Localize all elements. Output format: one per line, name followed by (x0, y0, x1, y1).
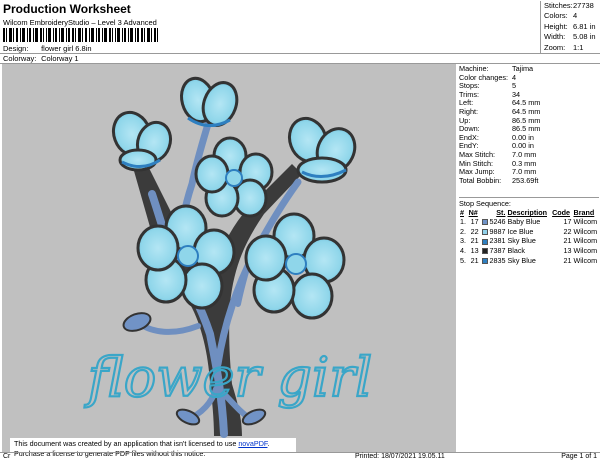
cell-st: 7387 (480, 246, 507, 256)
novapdf-link[interactable]: novaPDF (238, 439, 267, 448)
flower-bud-left (111, 110, 173, 172)
cell-st: 9887 (480, 227, 507, 237)
cell-desc: Sky Blue (507, 255, 536, 265)
stop-sequence-table: # N# St. Description Code Brand 1. 17 5246… (459, 208, 600, 265)
stat-zoom: Zoom: 1:1 (544, 42, 584, 52)
cell-n: 22 (470, 226, 479, 236)
color-swatch (482, 248, 489, 255)
machine-info: Machine: Tajima Color changes: 4 Stops: 5 T… (459, 64, 599, 185)
stat-height: Height: 6.81 in (544, 21, 596, 31)
barcode (3, 28, 158, 42)
table-row: 3. 21 2381 Sky Blue 21 Wilcom (459, 236, 600, 246)
cell-brand: Wilcom (573, 217, 598, 227)
col-description: Description (507, 208, 547, 217)
cell-desc: Black (507, 246, 526, 256)
col-index: # (460, 208, 464, 217)
colorway-label: Colorway: (3, 54, 37, 63)
color-swatch (482, 228, 489, 235)
cell-n: 17 (470, 217, 479, 227)
colorway-value: Colorway 1 (41, 54, 79, 63)
design-preview: flower girl (2, 64, 456, 452)
table-row: 2. 22 9887 Ice Blue 22 Wilcom (459, 227, 600, 237)
col-code: Code (552, 208, 571, 217)
cell-n: 13 (470, 246, 479, 256)
col-brand: Brand (573, 208, 595, 217)
cell-brand: Wilcom (573, 236, 598, 246)
design-value: flower girl 6.8in (41, 44, 92, 53)
color-swatch (482, 219, 489, 226)
stat-width: Width: 5.08 in (544, 32, 596, 42)
col-st: St. (496, 208, 506, 217)
stat-stitches: Stitches:27738 (544, 1, 594, 10)
design-label: Design: (3, 44, 29, 53)
app-subtitle: Wilcom EmbroideryStudio – Level 3 Advanc… (3, 18, 157, 27)
cell-n: 21 (470, 255, 479, 265)
cell-desc: Baby Blue (507, 217, 541, 227)
cell-idx: 4. (460, 246, 466, 256)
flower-bud-top (180, 76, 239, 127)
table-row: 5. 21 2835 Sky Blue 21 Wilcom (459, 255, 600, 265)
cell-idx: 2. (460, 226, 466, 236)
footer-page-number: Page 1 of 1 (561, 453, 597, 460)
colorway-row: Colorway: Colorway 1 (3, 54, 79, 63)
table-row: 1. 17 5246 Baby Blue 17 Wilcom (459, 217, 600, 227)
info-color-changes: Color changes: 4 (459, 72, 517, 82)
cell-n: 21 (470, 236, 479, 246)
footer-divider (0, 452, 600, 453)
stat-colors: Colors: 4 (544, 11, 578, 21)
cell-code: 13 (563, 246, 572, 256)
stop-sequence-title: Stop Sequence: (459, 197, 599, 208)
color-swatch (482, 257, 489, 264)
page-title: Production Worksheet (3, 2, 131, 16)
embroidery-design: flower girl (83, 76, 373, 438)
cell-idx: 5. (460, 255, 466, 265)
color-swatch (482, 238, 489, 245)
license-notice: This document was created by an applicat… (10, 438, 296, 460)
cell-idx: 1. (460, 217, 466, 227)
table-row: 4. 13 7387 Black 13 Wilcom (459, 246, 600, 256)
footer-printed-date: Printed: 18/07/2021 19.05.11 (355, 453, 445, 460)
cell-st: 5246 (480, 217, 507, 227)
table-header-row: # N# St. Description Code Brand (459, 208, 600, 217)
design-script-text: flower girl (84, 346, 373, 409)
flower-lower-right (244, 212, 346, 320)
cell-st: 2835 (480, 255, 507, 265)
flower-middle (194, 136, 274, 218)
cell-desc: Ice Blue (507, 226, 534, 236)
cell-code: 21 (563, 236, 572, 246)
cell-brand: Wilcom (573, 255, 598, 265)
info-total-bobbin: Total Bobbin: 253.69ft (459, 175, 539, 185)
cell-code: 22 (563, 226, 572, 236)
cell-st: 2381 (480, 236, 507, 246)
cell-brand: Wilcom (573, 246, 598, 256)
stats-box: Stitches:27738 Colors: 4 Height: 6.81 in W… (540, 1, 599, 53)
info-stops: Stops: 5 (459, 81, 517, 91)
cell-desc: Sky Blue (507, 236, 536, 246)
cell-code: 17 (563, 217, 572, 227)
divider (0, 53, 600, 54)
cell-brand: Wilcom (573, 226, 598, 236)
cell-code: 21 (563, 255, 572, 265)
col-n: N# (468, 208, 478, 217)
footer-left: Cr (3, 453, 11, 460)
cell-idx: 3. (460, 236, 466, 246)
design-name-row: Design: flower girl 6.8in (3, 44, 92, 53)
